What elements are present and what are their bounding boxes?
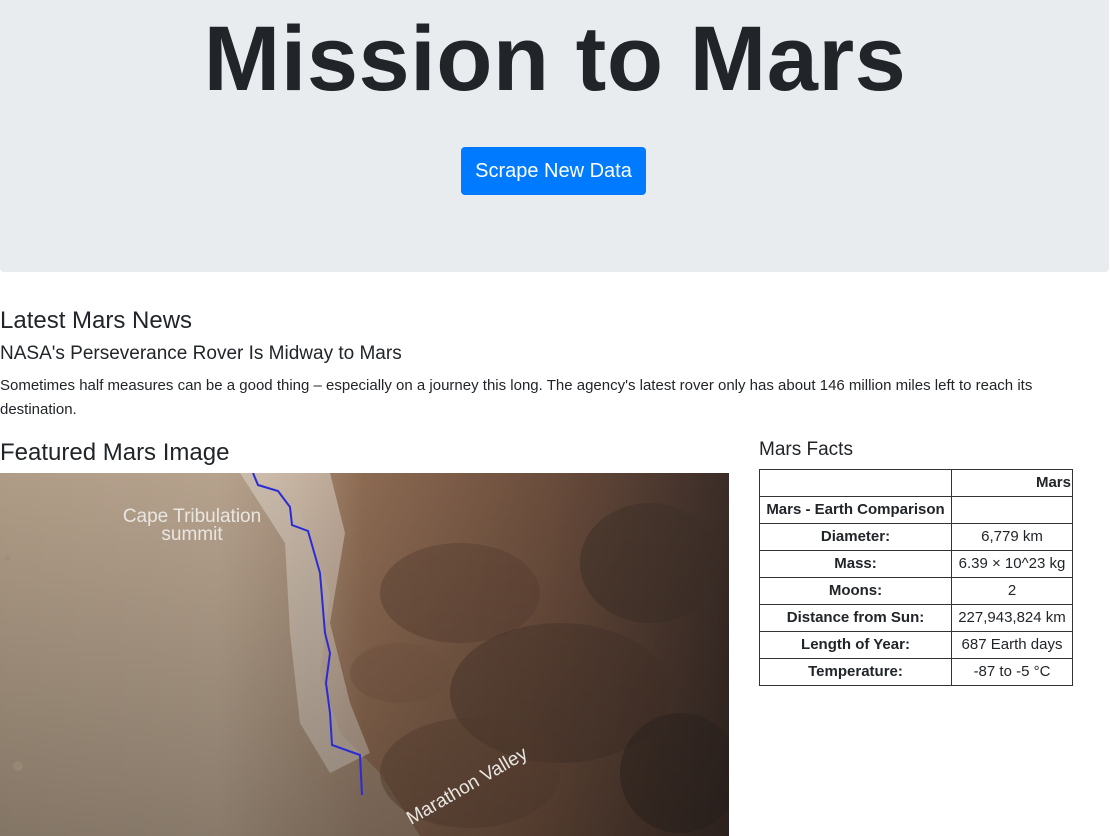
fact-value: 6,779 km (951, 523, 1073, 551)
table-header-empty (759, 469, 952, 497)
mars-facts-table: Mars Mars - Earth Comparison Diameter: 6,7… (759, 469, 1073, 686)
table-row: Moons: 2 (759, 577, 1073, 605)
fact-value: -87 to -5 °C (951, 658, 1073, 686)
scrape-new-data-button[interactable]: Scrape New Data (461, 147, 646, 195)
table-row: Length of Year: 687 Earth days (759, 631, 1073, 659)
mars-facts-heading: Mars Facts (759, 439, 853, 460)
fact-value: 687 Earth days (951, 631, 1073, 659)
news-paragraph: Sometimes half measures can be a good th… (0, 377, 1033, 418)
featured-mars-image: Cape Tribulation summit Marathon Valley (0, 473, 729, 836)
table-row: Temperature: -87 to -5 °C (759, 658, 1073, 686)
fact-label: Moons: (759, 577, 952, 605)
table-row: Diameter: 6,779 km (759, 523, 1073, 551)
page-title: Mission to Mars (203, 8, 907, 110)
news-title: NASA's Perseverance Rover Is Midway to M… (0, 343, 402, 364)
fact-label: Diameter: (759, 523, 952, 551)
table-header-row: Mars (759, 469, 1073, 497)
fact-label: Mass: (759, 550, 952, 578)
fact-label: Distance from Sun: (759, 604, 952, 632)
table-row: Mass: 6.39 × 10^23 kg (759, 550, 1073, 578)
fact-value: 6.39 × 10^23 kg (951, 550, 1073, 578)
table-row: Distance from Sun: 227,943,824 km (759, 604, 1073, 632)
table-row: Mars - Earth Comparison (759, 496, 1073, 524)
jumbotron-header: Mission to Mars Scrape New Data (0, 0, 1109, 272)
featured-image-heading: Featured Mars Image (0, 439, 230, 466)
fact-label: Length of Year: (759, 631, 952, 659)
fact-label: Mars - Earth Comparison (759, 496, 952, 524)
fact-value (951, 496, 1073, 524)
fact-value: 2 (951, 577, 1073, 605)
fact-label: Temperature: (759, 658, 952, 686)
table-header-mars: Mars (951, 469, 1073, 497)
fact-value: 227,943,824 km (951, 604, 1073, 632)
summit-label-line2: summit (161, 524, 223, 545)
news-section-heading: Latest Mars News (0, 307, 193, 334)
